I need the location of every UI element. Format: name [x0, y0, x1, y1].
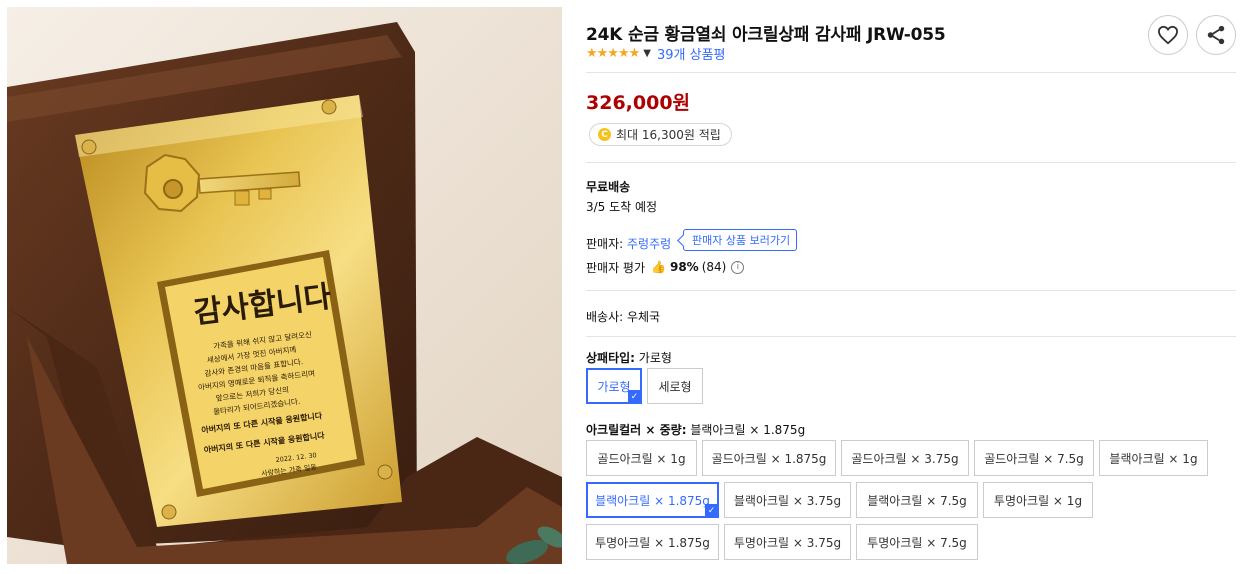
seller-row: 판매자: 주렁주렁 — [586, 235, 671, 252]
option-label: 블랙아크릴 × 1g — [1109, 451, 1198, 466]
sale-price: 326,000원 — [586, 92, 691, 114]
color-option[interactable]: 골드아크릴 × 3.75g — [841, 440, 969, 476]
plaque-photo: 감사합니다 가족을 위해 쉬지 않고 달려오신 세상에서 가장 멋진 아버지께 … — [7, 7, 562, 564]
seller-rating-pct: 98% — [669, 260, 699, 274]
coin-icon: C — [598, 128, 611, 141]
option-label: 투명아크릴 × 1.875g — [595, 535, 710, 550]
option-label: 투명아크릴 × 1g — [993, 493, 1083, 508]
share-icon — [1207, 25, 1225, 45]
divider — [586, 290, 1236, 291]
type-option-label: 상패타입: — [586, 351, 635, 365]
color-option-selected[interactable]: 블랙아크릴 × 1.875g ✓ — [586, 482, 719, 518]
info-icon[interactable]: i — [731, 260, 745, 274]
type-option-value: 가로형 — [638, 351, 672, 365]
color-option[interactable]: 블랙아크릴 × 3.75g — [724, 482, 851, 518]
color-option[interactable]: 투명아크릴 × 3.75g — [724, 524, 851, 560]
color-option[interactable]: 블랙아크릴 × 1g — [1099, 440, 1208, 476]
color-option-label: 아크릴컬러 × 중량: — [586, 423, 687, 437]
option-label: 골드아크릴 × 7.5g — [984, 451, 1084, 466]
option-label: 투명아크릴 × 3.75g — [733, 535, 842, 550]
seller-rating-count: (84) — [701, 260, 727, 274]
product-title: 24K 순금 황금열쇠 아크릴상패 감사패 JRW-055 — [586, 25, 946, 45]
divider — [586, 336, 1236, 337]
thumbs-up-icon: 👍 — [651, 260, 666, 274]
seller-products-button[interactable]: 판매자 상품 보러가기 — [683, 229, 798, 251]
shipping-label: 무료배송 — [586, 180, 631, 194]
color-option[interactable]: 투명아크릴 × 7.5g — [856, 524, 978, 560]
option-label: 가로형 — [597, 379, 631, 394]
product-info-panel: 24K 순금 황금열쇠 아크릴상패 감사패 JRW-055 ★★★★★ ▼ 39… — [586, 0, 1236, 574]
reward-text: 최대 16,300원 적립 — [616, 128, 721, 142]
option-label: 골드아크릴 × 1.875g — [711, 451, 827, 466]
review-count-link[interactable]: 39개 상품평 — [657, 44, 726, 63]
divider — [586, 162, 1236, 163]
option-label: 투명아크릴 × 7.5g — [867, 535, 967, 550]
rating-row: ★★★★★ ▼ 39개 상품평 — [586, 44, 726, 63]
color-option-header: 아크릴컬러 × 중량: 블랙아크릴 × 1.875g — [586, 421, 805, 438]
seller-prefix: 판매자: — [586, 237, 627, 251]
color-option[interactable]: 투명아크릴 × 1.875g — [586, 524, 719, 560]
share-button[interactable] — [1196, 15, 1236, 55]
seller-rating-label: 판매자 평가 — [586, 260, 646, 275]
option-label: 골드아크릴 × 3.75g — [851, 451, 959, 466]
chevron-down-icon[interactable]: ▼ — [643, 48, 651, 59]
option-label: 골드아크릴 × 1g — [597, 451, 686, 466]
check-icon: ✓ — [628, 390, 641, 403]
option-label: 블랙아크릴 × 3.75g — [733, 493, 842, 508]
divider — [586, 72, 1236, 73]
product-image[interactable]: 감사합니다 가족을 위해 쉬지 않고 달려오신 세상에서 가장 멋진 아버지께 … — [7, 7, 562, 564]
seller-rating-row: 판매자 평가 👍 98% (84) i — [586, 258, 745, 276]
type-option-vertical[interactable]: 세로형 — [647, 368, 703, 404]
type-option-horizontal[interactable]: 가로형 ✓ — [586, 368, 642, 404]
color-option[interactable]: 골드아크릴 × 1g — [586, 440, 697, 476]
seller-name-link[interactable]: 주렁주렁 — [627, 237, 671, 251]
courier-label: 배송사: 우체국 — [586, 310, 661, 324]
heart-icon — [1157, 25, 1179, 45]
delivery-eta: 3/5 도착 예정 — [586, 200, 658, 214]
option-label: 세로형 — [658, 379, 692, 394]
color-option[interactable]: 골드아크릴 × 1.875g — [702, 440, 836, 476]
type-option-header: 상패타입: 가로형 — [586, 349, 672, 366]
color-option[interactable]: 투명아크릴 × 1g — [983, 482, 1093, 518]
wishlist-button[interactable] — [1148, 15, 1188, 55]
option-label: 블랙아크릴 × 7.5g — [867, 493, 967, 508]
option-label: 블랙아크릴 × 1.875g — [595, 493, 710, 508]
check-icon: ✓ — [705, 504, 718, 517]
color-option[interactable]: 골드아크릴 × 7.5g — [974, 440, 1094, 476]
color-option-value: 블랙아크릴 × 1.875g — [690, 423, 806, 437]
color-option[interactable]: 블랙아크릴 × 7.5g — [856, 482, 978, 518]
reward-badge: C 최대 16,300원 적립 — [589, 123, 732, 146]
rating-stars[interactable]: ★★★★★ — [586, 46, 640, 61]
